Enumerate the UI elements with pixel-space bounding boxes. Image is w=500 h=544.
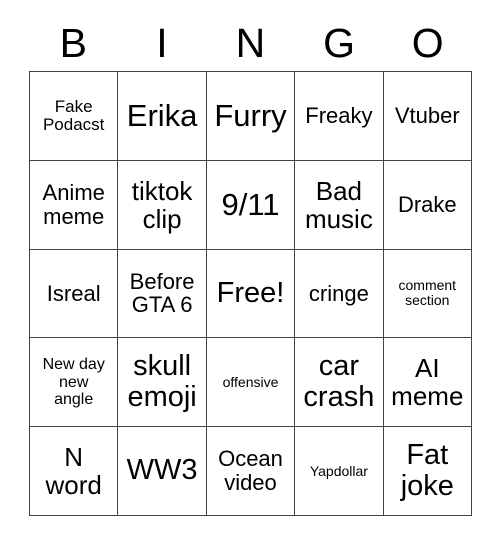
bingo-cell-g1[interactable]: Freaky <box>295 72 384 161</box>
bingo-cell-label: Free! <box>216 276 285 309</box>
bingo-cell-b4[interactable]: New day new angle <box>30 338 119 428</box>
bingo-cell-label: Erika <box>126 98 198 134</box>
bingo-cell-free-space[interactable]: Free! <box>206 249 296 339</box>
bingo-cell-label: Yapdollar <box>309 462 368 479</box>
bingo-cell-label: Furry <box>214 98 287 134</box>
bingo-cell-o5[interactable]: Fat joke <box>383 427 472 516</box>
bingo-cell-g2[interactable]: Bad music <box>295 160 384 250</box>
bingo-header: B I N G O <box>29 16 472 71</box>
bingo-cell-label: cringe <box>308 280 369 306</box>
bingo-cell-label: 9/11 <box>221 186 280 222</box>
bingo-cell-label: tiktok clip <box>131 175 193 234</box>
bingo-cell-o3[interactable]: comment section <box>383 249 472 339</box>
bingo-cell-label: Bad music <box>304 175 373 234</box>
bingo-card: B I N G O Fake Podacst Erika Furry Freak… <box>0 0 500 544</box>
bingo-cell-n1[interactable]: Furry <box>206 72 296 161</box>
bingo-cell-label: Fat joke <box>400 438 454 503</box>
bingo-cell-label: Isreal <box>46 280 101 306</box>
bingo-header-letter-i: I <box>156 20 168 66</box>
bingo-cell-i3[interactable]: Before GTA 6 <box>118 249 207 339</box>
bingo-cell-o1[interactable]: Vtuber <box>383 72 472 161</box>
bingo-cell-label: Freaky <box>305 103 373 129</box>
bingo-header-letter-b: B <box>59 20 87 66</box>
bingo-cell-label: Fake Podacst <box>42 96 105 134</box>
bingo-cell-n4[interactable]: offensive <box>206 338 296 428</box>
bingo-cell-b1[interactable]: Fake Podacst <box>30 72 119 161</box>
bingo-cell-n2[interactable]: 9/11 <box>206 160 296 250</box>
bingo-cell-i1[interactable]: Erika <box>118 72 207 161</box>
bingo-cell-o4[interactable]: AI meme <box>383 338 472 428</box>
bingo-grid: Fake Podacst Erika Furry Freaky Vtuber A… <box>29 71 472 516</box>
bingo-cell-i4[interactable]: skull emoji <box>118 338 207 428</box>
bingo-cell-g5[interactable]: Yapdollar <box>295 427 384 516</box>
bingo-cell-i5[interactable]: WW3 <box>118 427 207 516</box>
bingo-cell-b2[interactable]: Anime meme <box>30 160 119 250</box>
bingo-cell-label: skull emoji <box>127 349 197 414</box>
bingo-cell-label: New day new angle <box>42 356 105 408</box>
bingo-cell-label: Anime meme <box>42 179 105 229</box>
bingo-cell-o2[interactable]: Drake <box>383 160 472 250</box>
bingo-cell-i2[interactable]: tiktok clip <box>118 160 207 250</box>
bingo-cell-label: offensive <box>222 373 279 390</box>
bingo-cell-label: car crash <box>303 349 375 414</box>
bingo-cell-label: N word <box>45 442 102 501</box>
bingo-cell-g4[interactable]: car crash <box>295 338 384 428</box>
bingo-cell-label: Vtuber <box>394 103 460 129</box>
bingo-header-letter-o: O <box>411 20 444 66</box>
bingo-header-letter-g: G <box>323 20 356 66</box>
bingo-cell-label: WW3 <box>126 454 198 487</box>
bingo-header-letter-n: N <box>235 20 266 66</box>
bingo-cell-label: Drake <box>397 191 457 217</box>
bingo-cell-n5[interactable]: Ocean video <box>206 427 296 516</box>
bingo-cell-g3[interactable]: cringe <box>295 249 384 339</box>
bingo-cell-b5[interactable]: N word <box>30 427 119 516</box>
bingo-cell-label: comment section <box>398 277 457 309</box>
bingo-cell-b3[interactable]: Isreal <box>30 249 119 339</box>
bingo-cell-label: AI meme <box>391 353 464 412</box>
bingo-cell-label: Before GTA 6 <box>129 268 195 318</box>
bingo-cell-label: Ocean video <box>218 446 283 496</box>
